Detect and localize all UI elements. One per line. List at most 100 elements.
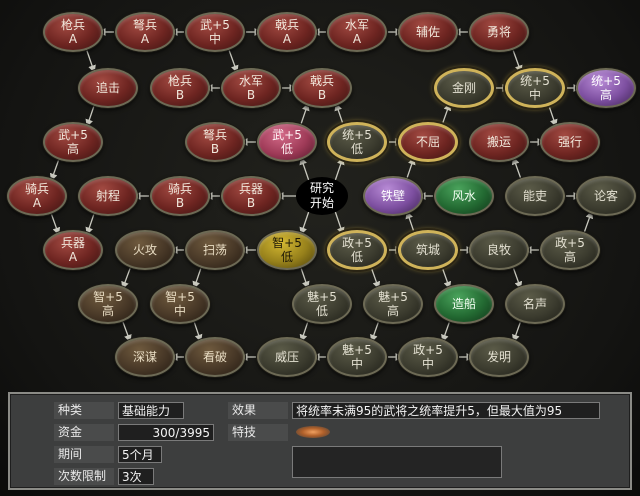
research-node-label: 枪兵 <box>167 74 192 88</box>
connector-line <box>121 264 133 290</box>
research-node-label: 高 <box>563 250 576 264</box>
limit-label: 次数限制 <box>54 468 114 485</box>
research-node-label: 骑兵 <box>167 182 192 196</box>
research-node-label: 戟兵 <box>274 18 299 32</box>
start-line-1: 研究 <box>309 181 334 195</box>
connector-line <box>227 46 239 74</box>
research-node-label: B <box>246 196 256 210</box>
research-node-n2[interactable]: 弩兵 A <box>115 12 175 52</box>
research-node-label: 魅+5 <box>378 290 408 304</box>
research-node-n40[interactable]: 魅+5 低 <box>292 284 352 324</box>
research-node-label: 追击 <box>95 81 120 95</box>
research-node-n29[interactable]: 论客 <box>576 176 636 216</box>
research-node-n41[interactable]: 魅+5 高 <box>363 284 423 324</box>
research-node-label: A <box>352 32 362 46</box>
research-node-label: 水军 <box>344 18 369 32</box>
research-node-n9[interactable]: 枪兵 B <box>150 68 210 108</box>
research-node-n45[interactable]: 看破 <box>185 337 245 377</box>
research-node-label: 强行 <box>557 135 582 149</box>
research-node-n24[interactable]: 骑兵 B <box>150 176 210 216</box>
research-node-n22[interactable]: 骑兵 A <box>7 176 67 216</box>
research-node-n37[interactable]: 政+5 高 <box>540 230 600 270</box>
connector-line <box>299 210 310 236</box>
research-node-n14[interactable]: 统+5 高 <box>576 68 636 108</box>
effect-label: 效果 <box>228 402 288 419</box>
research-node-label: 中 <box>173 304 186 318</box>
research-node-label: 深谋 <box>132 350 157 364</box>
research-node-label: 论客 <box>593 189 618 203</box>
research-node-label: 搬运 <box>486 135 511 149</box>
research-tree-screen: { "nodes": [ {"id":"n1","lines":["枪兵","A… <box>0 0 640 496</box>
research-node-n49[interactable]: 发明 <box>469 337 529 377</box>
effect-value: 将统率未满95的武将之统率提升5，但最大值为95 <box>292 402 600 419</box>
research-node-n7[interactable]: 勇将 <box>469 12 529 52</box>
research-node-n20[interactable]: 搬运 <box>469 122 529 162</box>
connector-line <box>49 210 61 236</box>
research-node-n44[interactable]: 深谋 <box>115 337 175 377</box>
research-node-label: 统+5 <box>591 74 621 88</box>
research-node-label: A <box>140 32 150 46</box>
connector-line <box>192 318 203 343</box>
research-node-n23[interactable]: 射程 <box>78 176 138 216</box>
research-node-n46[interactable]: 威压 <box>257 337 317 377</box>
research-node-n48[interactable]: 政+5 中 <box>398 337 458 377</box>
research-node-n32[interactable]: 扫荡 <box>185 230 245 270</box>
research-node-label: 铁壁 <box>380 189 405 203</box>
research-node-n5[interactable]: 水军 A <box>327 12 387 52</box>
research-node-n38[interactable]: 智+5 高 <box>78 284 138 324</box>
research-node-n34[interactable]: 政+5 低 <box>327 230 387 270</box>
research-node-n17[interactable]: 武+5 低 <box>257 122 317 162</box>
research-node-n35[interactable]: 筑城 <box>398 230 458 270</box>
research-node-label: 发明 <box>486 350 511 364</box>
research-node-n4[interactable]: 戟兵 A <box>257 12 317 52</box>
research-node-n21[interactable]: 强行 <box>540 122 600 162</box>
research-node-n6[interactable]: 辅佐 <box>398 12 458 52</box>
research-node-n15[interactable]: 武+5 高 <box>43 122 103 162</box>
research-node-label: 智+5 <box>272 236 302 250</box>
research-node-n12[interactable]: 金刚 <box>434 68 494 108</box>
research-node-n18[interactable]: 统+5 低 <box>327 122 387 162</box>
research-node-n39[interactable]: 智+5 中 <box>150 284 210 324</box>
skill-label: 特技 <box>228 424 288 441</box>
research-node-n33[interactable]: 智+5 低 <box>257 230 317 270</box>
research-node-n42[interactable]: 造船 <box>434 284 494 324</box>
research-node-n16[interactable]: 弩兵 B <box>185 122 245 162</box>
research-node-n19[interactable]: 不屈 <box>398 122 458 162</box>
research-node-label: 辅佐 <box>415 25 440 39</box>
connector-line <box>85 210 96 236</box>
connector-line <box>334 210 345 236</box>
research-node-label: 高 <box>101 304 114 318</box>
research-node-n47[interactable]: 魅+5 中 <box>327 337 387 377</box>
research-node-n11[interactable]: 戟兵 B <box>292 68 352 108</box>
research-node-label: 中 <box>528 88 541 102</box>
research-node-n27[interactable]: 风水 <box>434 176 494 216</box>
research-node-label: 枪兵 <box>60 18 85 32</box>
research-node-n43[interactable]: 名声 <box>505 284 565 324</box>
research-node-label: 兵器 <box>238 182 263 196</box>
connector-line <box>192 264 203 290</box>
research-node-label: 低 <box>315 304 328 318</box>
research-node-n31[interactable]: 火攻 <box>115 230 175 270</box>
research-node-n10[interactable]: 水军 B <box>221 68 281 108</box>
research-node-n36[interactable]: 良牧 <box>469 230 529 270</box>
research-node-n30[interactable]: 兵器 A <box>43 230 103 270</box>
research-node-n3[interactable]: 武+5 中 <box>185 12 245 52</box>
research-node-label: 兵器 <box>60 236 85 250</box>
connector-line <box>299 156 310 182</box>
research-node-n28[interactable]: 能吏 <box>505 176 565 216</box>
research-node-label: 能吏 <box>522 189 547 203</box>
start-research-button[interactable]: 研究 开始 <box>296 177 348 215</box>
connector-line <box>370 318 381 343</box>
research-node-label: A <box>68 32 78 46</box>
research-node-n26[interactable]: 铁壁 <box>363 176 423 216</box>
research-node-n13[interactable]: 统+5 中 <box>505 68 565 108</box>
research-node-label: A <box>282 32 292 46</box>
research-node-n8[interactable]: 追击 <box>78 68 138 108</box>
research-node-label: B <box>246 88 256 102</box>
research-node-n25[interactable]: 兵器 B <box>221 176 281 216</box>
research-node-label: 扫荡 <box>202 243 227 257</box>
research-node-n1[interactable]: 枪兵 A <box>43 12 103 52</box>
research-node-label: 武+5 <box>272 128 302 142</box>
research-node-label: 戟兵 <box>309 74 334 88</box>
connector-line <box>440 264 452 290</box>
